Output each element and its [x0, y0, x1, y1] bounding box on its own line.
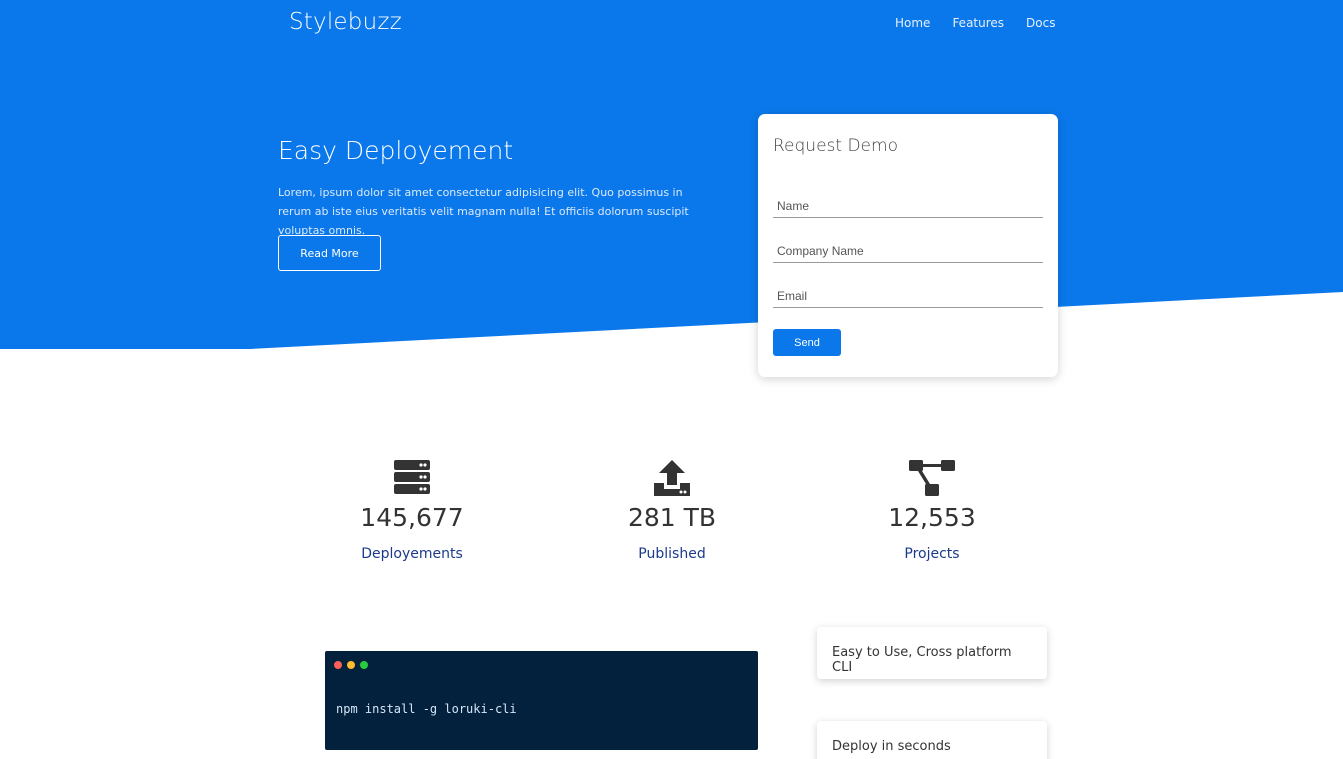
terminal-minimize-dot	[347, 661, 355, 669]
terminal-window: npm install -g loruki-cli	[325, 651, 758, 750]
stat-deployements: 145,677 Deployements	[312, 459, 512, 562]
feature-card: Easy to Use, Cross platform CLI	[817, 627, 1047, 679]
company-name-field[interactable]	[773, 239, 1043, 263]
hero-background	[0, 0, 1343, 349]
terminal-close-dot	[334, 661, 342, 669]
stat-value: 12,553	[888, 503, 976, 532]
stat-label: Published	[638, 546, 706, 562]
email-field[interactable]	[773, 284, 1043, 308]
main-nav: Home Features Docs	[895, 16, 1077, 30]
nav-home[interactable]: Home	[895, 16, 930, 30]
server-icon	[312, 459, 512, 499]
upload-icon	[572, 459, 772, 499]
request-demo-title: Request Demo	[773, 136, 898, 156]
send-button[interactable]: Send	[773, 329, 841, 356]
stat-projects: 12,553 Projects	[832, 459, 1032, 562]
brand-logo[interactable]: Stylebuzz	[289, 9, 402, 35]
stat-value: 281 TB	[627, 503, 717, 532]
hero-title: Easy Deployement	[278, 136, 514, 165]
feature-card: Deploy in seconds	[817, 721, 1047, 759]
terminal-command: npm install -g loruki-cli	[336, 702, 517, 716]
stat-value: 145,677	[360, 503, 464, 532]
project-diagram-icon	[832, 459, 1032, 499]
nav-features[interactable]: Features	[952, 16, 1004, 30]
stat-published: 281 TB Published	[572, 459, 772, 562]
stat-label: Deployements	[361, 546, 463, 562]
request-demo-card: Request Demo Send	[758, 114, 1058, 377]
read-more-button[interactable]: Read More	[278, 235, 381, 271]
terminal-maximize-dot	[360, 661, 368, 669]
stat-label: Projects	[904, 546, 960, 562]
nav-docs[interactable]: Docs	[1026, 16, 1055, 30]
name-field[interactable]	[773, 194, 1043, 218]
hero-description: Lorem, ipsum dolor sit amet consectetur …	[278, 186, 689, 237]
